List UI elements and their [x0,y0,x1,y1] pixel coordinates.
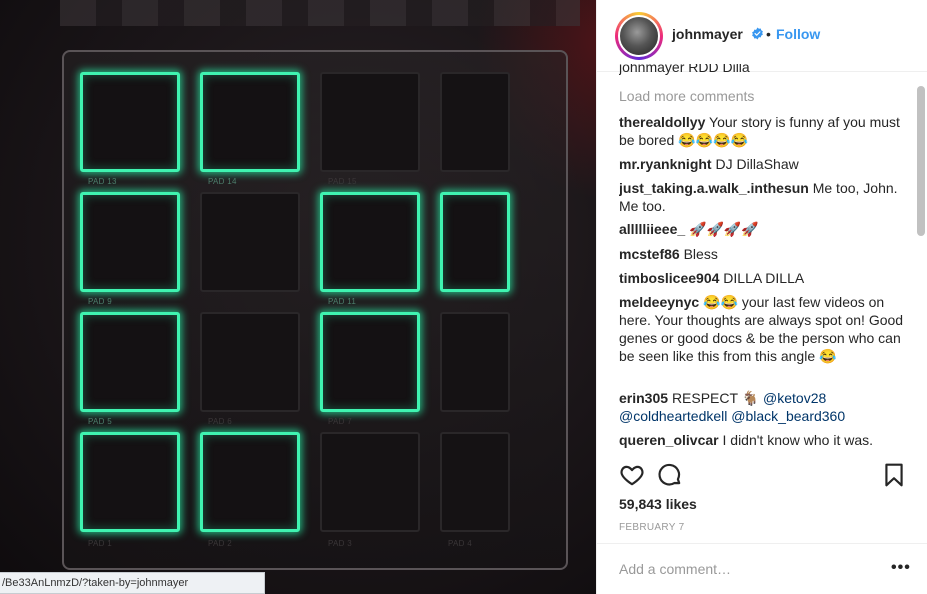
avatar-image [618,15,660,57]
comment-item: meldeeynyc 😂😂 your last few videos on he… [619,293,904,365]
comment-item: mcstef86 Bless [619,245,904,263]
comment-username[interactable]: erin305 [619,390,668,406]
pad-label: PAD 3 [328,539,353,548]
pad-10 [200,192,300,292]
comment-item: allllliieee_ 🚀🚀🚀🚀 [619,220,904,238]
pad-1 [80,432,180,532]
username-link[interactable]: johnmayer [672,26,743,42]
pad-8 [440,312,510,412]
comment-text: DJ DillaShaw [715,156,799,172]
pad-13 [80,72,180,172]
comment-text: RESPECT 🐐 [671,390,760,406]
pad-6 [200,312,300,412]
pad-3 [320,432,420,532]
pad-label: PAD 14 [208,177,237,186]
comment-text: Bless [683,246,718,262]
pad-2 [200,432,300,532]
pad-label: PAD 13 [88,177,117,186]
post-date: FEBRUARY 7 [619,522,685,533]
pad-11 [320,192,420,292]
comment-text: 🚀🚀🚀🚀 [689,221,759,237]
comment-text: I didn't know who it was. [722,432,874,448]
follow-button[interactable]: Follow [776,26,820,42]
post-header: johnmayer • Follow [597,0,927,72]
pad-label: PAD 11 [328,297,357,306]
pad-9 [80,192,180,292]
comment-bubble-icon[interactable] [657,462,683,488]
comment-username[interactable]: therealdollyy [619,114,705,130]
comment-input[interactable] [619,559,869,579]
comment-username[interactable]: meldeeynyc [619,294,699,310]
status-bar-url: /Be33AnLnmzD/?taken-by=johnmayer [0,572,265,594]
comment-item: erin305 RESPECT 🐐 @ketov28 @coldheartedk… [619,389,904,425]
pad-label: PAD 15 [328,177,357,186]
comment-username[interactable]: mr.ryanknight [619,156,712,172]
comment-cut-off: johnmayer RDD Dilla [619,64,750,75]
comment-username[interactable]: queren_olivcar [619,432,719,448]
pad-16 [440,72,510,172]
pad-label: PAD 7 [328,417,353,426]
comment-item: mr.ryanknight DJ DillaShaw [619,155,904,173]
post-side-panel: johnmayer • Follow johnmayer RDD Dilla L… [596,0,927,594]
keyboard-strip [60,0,580,26]
action-bar [619,462,909,490]
pad-label: PAD 1 [88,539,113,548]
mention-link[interactable]: @coldheartedkell [619,408,727,424]
bookmark-icon[interactable] [881,462,907,488]
heart-icon[interactable] [619,462,645,488]
comment-username[interactable]: allllliieee_ [619,221,685,237]
pad-label: PAD 9 [88,297,113,306]
comment-item: just_taking.a.walk_.inthesun Me too, Joh… [619,179,904,215]
pad-label: PAD 2 [208,539,233,548]
pad-5 [80,312,180,412]
comments-list[interactable]: johnmayer RDD Dilla Load more comments t… [619,64,904,448]
pad-label: PAD 5 [88,417,113,426]
avatar[interactable] [615,12,663,60]
pad-4 [440,432,510,532]
comment-bar: ••• [597,543,927,594]
more-options-button[interactable]: ••• [891,558,911,578]
mention-link[interactable]: @black_beard360 [731,408,845,424]
comment-username[interactable]: timboslicee904 [619,270,719,286]
load-more-comments-link[interactable]: Load more comments [619,87,754,105]
pad-15 [320,72,420,172]
post-media[interactable]: PAD 13 PAD 14 PAD 15 PAD 9 PAD 11 PAD 5 … [0,0,596,594]
comment-username[interactable]: mcstef86 [619,246,680,262]
pad-14 [200,72,300,172]
drum-pad-controller: PAD 13 PAD 14 PAD 15 PAD 9 PAD 11 PAD 5 … [62,50,568,570]
pad-label: PAD 6 [208,417,233,426]
comment-username[interactable]: just_taking.a.walk_.inthesun [619,180,809,196]
mention-link[interactable]: @ketov28 [763,390,826,406]
comments-scrollbar[interactable] [917,86,925,236]
pad-7 [320,312,420,412]
likes-count[interactable]: 59,843 likes [619,496,697,512]
comment-text: DILLA DILLA [723,270,805,286]
pad-12 [440,192,510,292]
separator-dot: • [766,26,771,42]
pad-label: PAD 4 [448,539,473,548]
comment-item: timboslicee904 DILLA DILLA [619,269,904,287]
comment-item: queren_olivcar I didn't know who it was. [619,431,904,448]
verified-badge-icon [752,27,763,40]
comment-item: therealdollyy Your story is funny af you… [619,113,904,149]
